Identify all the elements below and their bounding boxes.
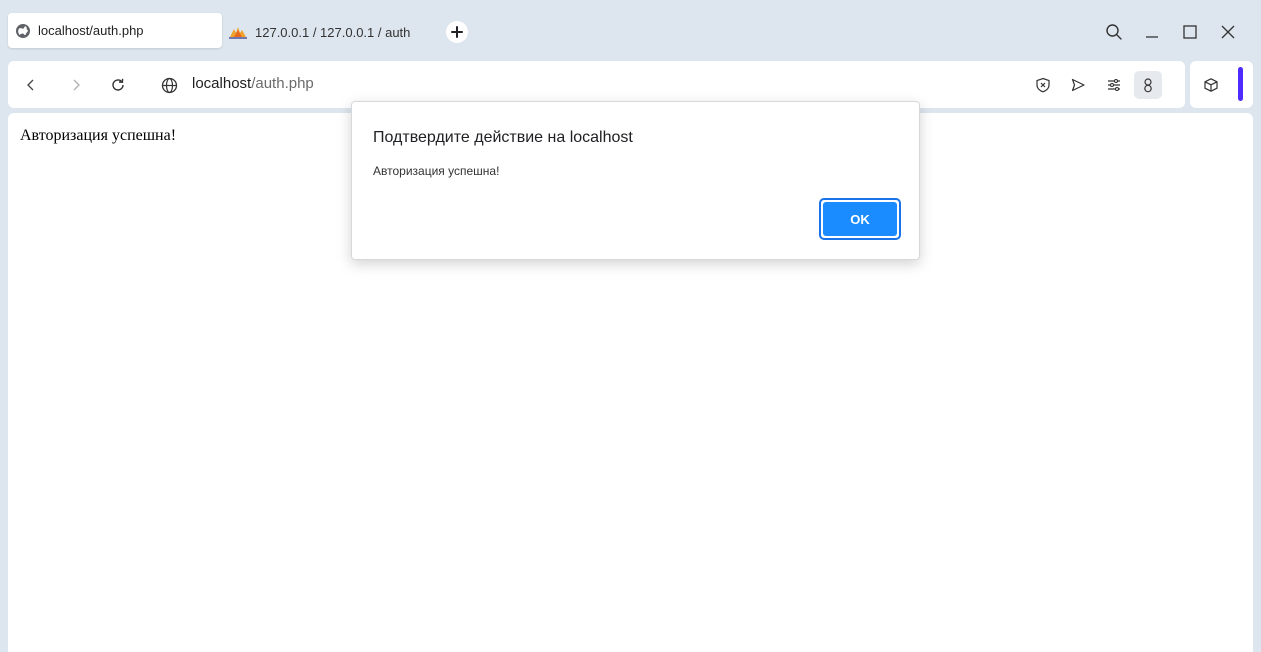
minimize-button[interactable]: [1133, 18, 1171, 46]
globe-outline-icon: [161, 77, 178, 94]
url-path: /auth.php: [251, 75, 314, 92]
new-tab-button[interactable]: [446, 21, 468, 43]
ok-button[interactable]: OK: [819, 198, 901, 240]
dialog-message: Авторизация успешна!: [373, 164, 500, 178]
tab-inactive[interactable]: 127.0.0.1 / 127.0.0.1 / auth: [228, 17, 436, 47]
ok-button-label: OK: [823, 202, 897, 236]
minimize-icon: [1144, 24, 1160, 40]
tab-strip: localhost/auth.php 127.0.0.1 / 127.0.0.1…: [0, 0, 1261, 56]
close-window-button[interactable]: [1209, 18, 1247, 46]
address-bar[interactable]: localhost/auth.php: [192, 75, 314, 92]
profile-button[interactable]: [1134, 71, 1162, 99]
tab-title: 127.0.0.1 / 127.0.0.1 / auth: [255, 24, 411, 40]
reload-button[interactable]: [105, 72, 131, 98]
site-info-button[interactable]: [156, 72, 182, 98]
reload-icon: [110, 77, 126, 93]
sidebar-accent-bar[interactable]: [1238, 67, 1243, 101]
close-icon: [1220, 24, 1236, 40]
plus-icon: [451, 26, 463, 38]
browser-window: localhost/auth.php 127.0.0.1 / 127.0.0.1…: [0, 0, 1261, 652]
cube-icon: [1203, 77, 1219, 93]
globe-icon: [15, 23, 31, 39]
chevron-right-icon: [69, 78, 83, 92]
chevron-left-icon: [24, 78, 38, 92]
send-button[interactable]: [1065, 72, 1091, 98]
forward-button[interactable]: [63, 72, 89, 98]
tab-active[interactable]: localhost/auth.php: [8, 13, 222, 48]
shield-x-icon: [1035, 77, 1051, 93]
maximize-icon: [1182, 24, 1198, 40]
adblock-button[interactable]: [1030, 72, 1056, 98]
customize-button[interactable]: [1101, 72, 1127, 98]
alert-dialog: Подтвердите действие на localhost Автори…: [351, 101, 920, 260]
send-icon: [1070, 77, 1086, 93]
page-body-text: Авторизация успешна!: [20, 127, 177, 144]
phpmyadmin-icon: [228, 24, 248, 40]
tab-title: localhost/auth.php: [38, 23, 144, 38]
dialog-title: Подтвердите действие на localhost: [373, 129, 633, 146]
search-icon: [1105, 23, 1123, 41]
profile-icon: [1140, 77, 1156, 93]
extensions-panel: [1190, 61, 1253, 108]
back-button[interactable]: [18, 72, 44, 98]
maximize-button[interactable]: [1171, 18, 1209, 46]
window-controls: [1095, 18, 1247, 46]
search-tabs-button[interactable]: [1095, 18, 1133, 46]
url-host: localhost: [192, 75, 252, 92]
extensions-button[interactable]: [1198, 72, 1224, 98]
sliders-icon: [1106, 77, 1122, 93]
